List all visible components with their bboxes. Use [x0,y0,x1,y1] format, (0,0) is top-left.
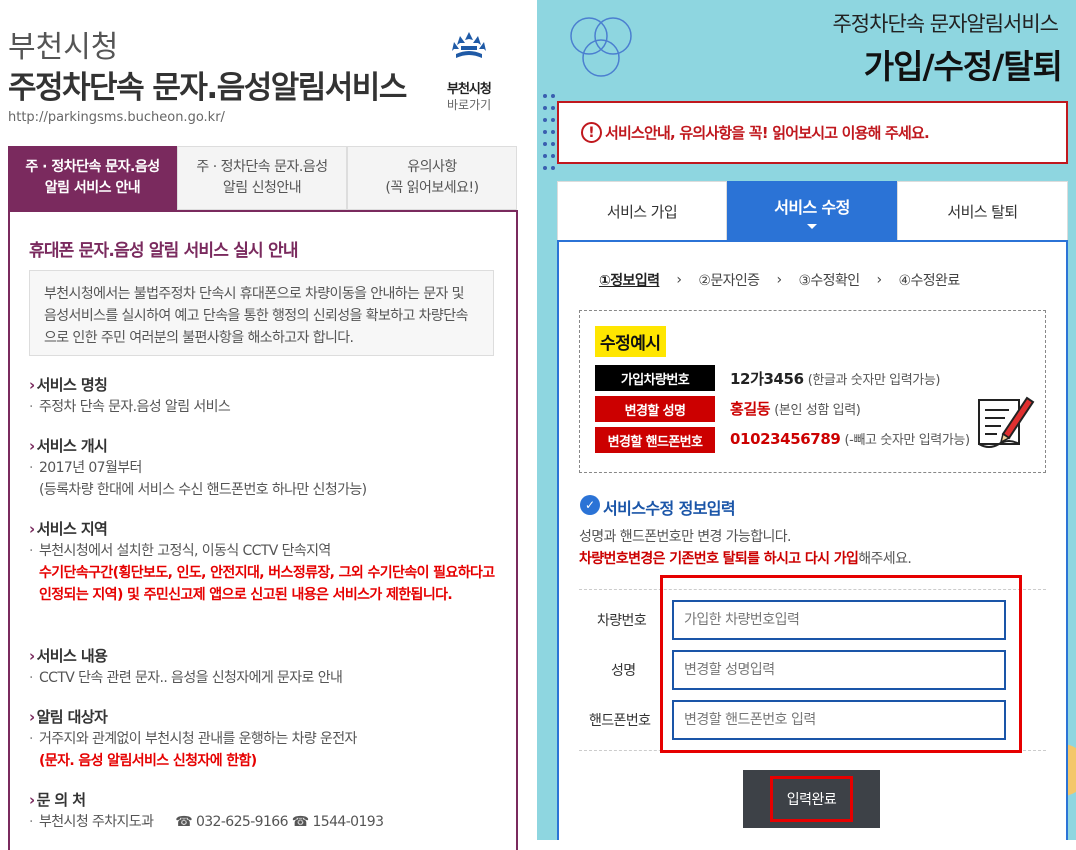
section-title: › 서비스 지역 [29,520,108,538]
bucheon-logo-icon[interactable] [446,30,492,62]
contact-phone-2: 1544-0193 [312,814,384,830]
step-1: ①정보입력 [599,273,660,289]
info-warning-rest: 해주세요. [858,551,912,567]
example-value: 홍길동 [730,400,771,418]
tab-modify-label: 서비스 수정 [774,197,850,217]
tab-withdraw[interactable]: 서비스 탈퇴 [897,181,1068,241]
section-title: › 서비스 개시 [29,437,108,455]
example-value-row: 12가3456 (한글과 숫자만 입력가능) [730,368,941,389]
example-badge: 수정예시 [595,326,666,357]
section-warning: (문자. 음성 알림서비스 신청자에 한함) [39,753,257,769]
chevron-right-icon: › [29,376,35,394]
section-heading: 서비스수정 정보입력 [603,499,736,518]
section-line: 주정차 단속 문자.음성 알림 서비스 [29,396,499,418]
page-title: 가입/수정/탈퇴 [863,47,1063,86]
tab-line: (꼭 읽어보세요!) [385,180,479,196]
example-hint: (한글과 숫자만 입력가능) [807,373,941,388]
chevron-right-icon: › [29,708,35,726]
phone-input[interactable] [672,700,1006,740]
section-line: 2017년 07월부터 [29,457,499,479]
section-service-area: ›서비스 지역 부천시청에서 설치한 고정식, 이동식 CCTV 단속지역 수기… [29,518,499,606]
example-value-row: 01023456789 (-빼고 숫자만 입력가능) [730,429,970,448]
site-url: http://parkingsms.bucheon.go.kr/ [8,110,225,125]
section-service-content: ›서비스 내용 CCTV 단속 관련 문자.. 음성을 신청자에게 문자로 안내 [29,645,499,689]
section-line: CCTV 단속 관련 문자.. 음성을 신청자에게 문자로 안내 [29,667,499,689]
example-label: 가입차량번호 [595,365,715,391]
section-warning: 수기단속구간(횡단보도, 인도, 안전지대, 버스정류장, 그외 수기단속이 필… [39,565,495,603]
tab-precautions[interactable]: 유의사항 (꼭 읽어보세요!) [347,146,517,210]
field-label-car: 차량번호 [597,613,647,629]
content-heading: 휴대폰 문자.음성 알림 서비스 실시 안내 [29,241,299,261]
submit-label: 입력완료 [769,776,854,822]
phone-icon: ☎ [291,814,309,830]
submit-button[interactable]: 입력완료 [743,770,880,828]
info-text: 성명과 핸드폰번호만 변경 가능합니다. [579,529,791,545]
chevron-right-icon: › [29,437,35,455]
tab-modify[interactable]: 서비스 수정 [727,181,897,241]
intro-text: 부천시청에서는 불법주정차 단속시 휴대폰으로 차량이동을 안내하는 문자 및 … [29,270,494,356]
tab-line: 알림 신청안내 [222,180,302,196]
warning-icon: ! [581,122,602,143]
logo-label[interactable]: 부천시청 [447,78,492,97]
field-label-name: 성명 [611,663,636,679]
example-label: 변경할 성명 [595,396,715,422]
service-title: 주정차단속 문자.음성알림서비스 [8,70,407,106]
left-panel: 부천시청 주정차단속 문자.음성알림서비스 http://parkingsms.… [0,0,530,850]
info-warning-red: 차량번호변경은 기존번호 탈퇴를 하시고 다시 가입 [579,551,859,567]
contact-dept: 부천시청 주차지도과 [39,814,154,830]
step-4: ④수정완료 [898,273,961,289]
example-hint: (-빼고 숫자만 입력가능) [844,433,970,448]
tab-line: 주 · 정차단속 문자.음성 [25,159,160,175]
tab-line: 유의사항 [407,159,457,175]
section-service-name: ›서비스 명칭 주정차 단속 문자.음성 알림 서비스 [29,374,499,418]
chevron-right-icon: › [676,272,682,288]
example-value: 01023456789 [730,430,841,448]
section-contact: ›문 의 처 부천시청 주차지도과 ☎ 032-625-9166 ☎ 1544-… [29,789,499,833]
section-line: 부천시청 주차지도과 ☎ 032-625-9166 ☎ 1544-0193 [29,811,499,833]
tab-line: 알림 서비스 안내 [44,180,141,196]
caret-down-icon [807,223,817,229]
section-title: › 서비스 명칭 [29,376,108,394]
chevron-right-icon: › [776,272,782,288]
tab-application-guide[interactable]: 주 · 정차단속 문자.음성 알림 신청안내 [177,146,347,210]
notice-text: 서비스안내, 유의사항을 꼭! 읽어보시고 이용해 주세요. [605,124,930,142]
example-hint: (본인 성함 입력) [774,403,861,418]
document-pencil-icon [978,396,1035,448]
notice-banner: ! 서비스안내, 유의사항을 꼭! 읽어보시고 이용해 주세요. [557,101,1068,164]
chevron-right-icon: › [29,791,35,809]
section-title: › 문 의 처 [29,791,86,809]
chevron-right-icon: › [29,647,35,665]
step-3: ③수정확인 [798,273,860,289]
info-warning: 차량번호변경은 기존번호 탈퇴를 하시고 다시 가입해주세요. [579,548,912,568]
section-line: (등록차량 한대에 서비스 수신 핸드폰번호 하나만 신청가능) [39,482,367,498]
phone-icon: ☎ [175,814,193,830]
section-line: 거주지와 관계없이 부천시청 관내를 운행하는 차량 운전자 [29,728,499,750]
car-number-input[interactable] [672,600,1006,640]
example-value-row: 홍길동 (본인 성함 입력) [730,398,861,419]
tab-line: 주 · 정차단속 문자.음성 [196,159,328,175]
chevron-right-icon: › [876,272,883,288]
example-value: 12가3456 [730,370,804,388]
field-label-phone: 핸드폰번호 [589,713,651,729]
step-indicator: ①정보입력 › ②문자인증 › ③수정확인 › ④수정완료 [597,270,962,290]
section-service-start: ›서비스 개시 2017년 07월부터 (등록차량 한대에 서비스 수신 핸드폰… [29,435,499,501]
tab-service-info[interactable]: 주 · 정차단속 문자.음성 알림 서비스 안내 [8,146,177,210]
section-title: › 서비스 내용 [29,647,108,665]
example-label: 변경할 핸드폰번호 [595,427,715,453]
right-panel: 주정차단속 문자알림서비스 가입/수정/탈퇴 ! 서비스안내, 유의사항을 꼭!… [537,0,1076,840]
section-title: › 알림 대상자 [29,708,108,726]
decorative-blob-icon [557,0,677,40]
name-input[interactable] [672,650,1006,690]
section-line: 부천시청에서 설치한 고정식, 이동식 CCTV 단속지역 [29,540,499,562]
tab-join[interactable]: 서비스 가입 [557,181,727,241]
page-subtitle: 주정차단속 문자알림서비스 [832,12,1059,36]
logo-shortcut-label[interactable]: 바로가기 [447,96,491,113]
city-name: 부천시청 [8,30,119,65]
chevron-right-icon: › [29,520,35,538]
section-target: ›알림 대상자 거주지와 관계없이 부천시청 관내를 운행하는 차량 운전자 (… [29,706,499,772]
contact-phone-1: 032-625-9166 [195,814,289,830]
check-circle-icon: ✓ [580,495,600,515]
step-2: ②문자인증 [698,273,760,289]
